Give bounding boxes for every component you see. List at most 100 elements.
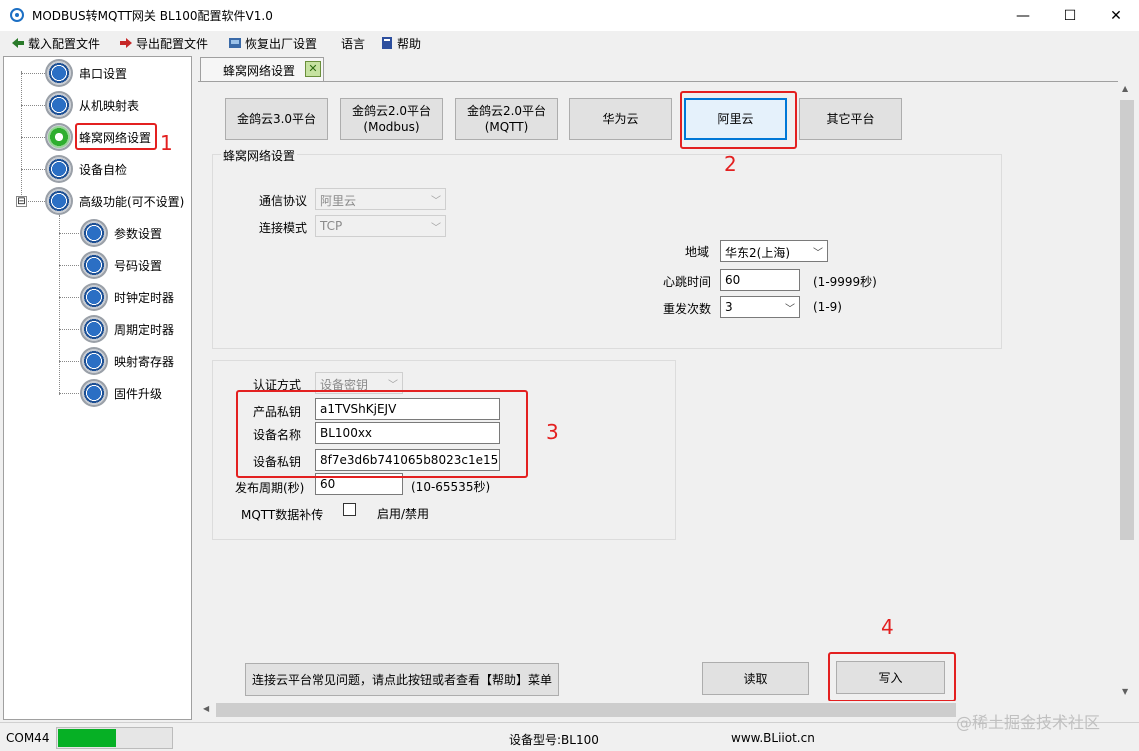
scroll-left-icon[interactable]: ◀ (203, 704, 209, 713)
select-value: 3 (725, 300, 733, 314)
menu-label: 语言 (341, 36, 366, 51)
tree-item-label: 号码设置 (114, 259, 163, 273)
tree-item-label: 固件升级 (114, 387, 163, 401)
gear-active-icon (45, 123, 73, 151)
button-label: 金鸽云3.0平台 (236, 112, 317, 126)
menu-help[interactable]: 帮助 (380, 34, 421, 52)
protocol-select: 阿里云 ﹀ (315, 188, 446, 210)
menu-language[interactable]: 语言 (341, 34, 365, 52)
minimize-button[interactable]: — (1000, 0, 1046, 31)
mode-label: 连接模式 (259, 221, 308, 235)
maximize-button[interactable]: ☐ (1047, 0, 1093, 31)
select-value: 华东2(上海) (725, 246, 790, 260)
scroll-down-icon[interactable]: ▼ (1122, 687, 1128, 696)
vertical-scroll-thumb[interactable] (1120, 100, 1134, 540)
platform-jinge2-mqtt-button[interactable]: 金鸽云2.0平台 (MQTT) (455, 98, 558, 140)
annotation-number-4: 4 (881, 615, 894, 639)
export-icon (120, 38, 132, 48)
gear-icon (80, 283, 108, 311)
annotation-box-2 (680, 91, 797, 149)
content-panel: 金鸽云3.0平台 金鸽云2.0平台 (Modbus) 金鸽云2.0平台 (MQT… (198, 81, 1118, 702)
select-value: TCP (320, 219, 343, 233)
app-icon (10, 8, 24, 22)
button-label: 其它平台 (826, 112, 875, 126)
menu-label: 帮助 (397, 36, 422, 51)
progress-fill (58, 729, 116, 747)
chevron-down-icon: ﹀ (388, 380, 398, 391)
tree-item-label: 参数设置 (114, 227, 163, 241)
resume-checkbox[interactable] (343, 503, 356, 516)
resume-checkbox-label: 启用/禁用 (377, 507, 430, 521)
platform-jinge2-modbus-button[interactable]: 金鸽云2.0平台 (Modbus) (340, 98, 443, 140)
tab-close-icon[interactable]: ✕ (305, 61, 321, 77)
progress-bar (56, 727, 173, 749)
button-label: 金鸽云2.0平台 (466, 104, 547, 118)
gear-icon (80, 347, 108, 375)
menu-bar: 载入配置文件 导出配置文件 恢复出厂设置 语言 帮助 (0, 31, 1139, 55)
button-sublabel: (MQTT) (484, 120, 529, 134)
chevron-down-icon: ﹀ (431, 196, 441, 207)
gear-icon (80, 379, 108, 407)
cellular-settings-group: 蜂窝网络设置 通信协议 阿里云 ﹀ 连接模式 TCP ﹀ 地域 华东2(上海) … (212, 147, 1002, 349)
protocol-label: 通信协议 (259, 194, 308, 208)
tree-item-label: 从机映射表 (79, 99, 140, 113)
select-value: 阿里云 (320, 194, 357, 208)
menu-load-config[interactable]: 载入配置文件 (11, 34, 100, 52)
gear-icon (45, 187, 73, 215)
annotation-number-1: 1 (160, 131, 173, 155)
load-icon (12, 38, 24, 48)
watermark: @稀土掘金技术社区 (956, 713, 1101, 732)
group-title: 蜂窝网络设置 (221, 147, 298, 164)
menu-export-config[interactable]: 导出配置文件 (119, 34, 208, 52)
website: www.BLiiot.cn (731, 731, 815, 745)
platform-huawei-button[interactable]: 华为云 (569, 98, 672, 140)
help-cloud-faq-button[interactable]: 连接云平台常见问题，请点此按钮或者查看【帮助】菜单 (245, 663, 559, 696)
heartbeat-input[interactable]: 60 (720, 269, 800, 291)
gear-icon (80, 219, 108, 247)
chevron-down-icon: ﹀ (813, 248, 823, 259)
gear-icon (80, 315, 108, 343)
com-port: COM44 (6, 731, 50, 745)
heartbeat-range: (1-9999秒) (813, 275, 877, 289)
mode-select: TCP ﹀ (315, 215, 446, 237)
tab-cellular-settings[interactable]: 蜂窝网络设置 ✕ (200, 57, 324, 81)
device-model: 设备型号:BL100 (509, 733, 599, 747)
gear-icon (45, 59, 73, 87)
close-button[interactable]: ✕ (1093, 0, 1139, 31)
retry-label: 重发次数 (663, 302, 712, 316)
region-select[interactable]: 华东2(上海) ﹀ (720, 240, 828, 262)
gear-icon (80, 251, 108, 279)
button-label: 华为云 (602, 112, 639, 126)
horizontal-scroll-thumb[interactable] (216, 703, 956, 717)
window-title: MODBUS转MQTT网关 BL100配置软件V1.0 (32, 9, 273, 23)
title-bar: MODBUS转MQTT网关 BL100配置软件V1.0 — ☐ ✕ (0, 0, 1139, 31)
gear-icon (45, 91, 73, 119)
heartbeat-label: 心跳时间 (663, 275, 712, 289)
tree-item-label: 串口设置 (79, 67, 128, 81)
retry-range: (1-9) (813, 300, 842, 314)
gear-icon (45, 155, 73, 183)
region-label: 地域 (685, 245, 710, 259)
button-label: 读取 (743, 671, 768, 686)
platform-other-button[interactable]: 其它平台 (799, 98, 902, 140)
tree-item-label: 时钟定时器 (114, 291, 175, 305)
publish-label: 发布周期(秒) (235, 481, 305, 495)
chevron-down-icon: ﹀ (431, 223, 441, 234)
tree-item-label: 设备自检 (79, 163, 128, 177)
menu-label: 恢复出厂设置 (245, 36, 318, 51)
button-sublabel: (Modbus) (363, 120, 420, 134)
tree-item-label: 映射寄存器 (114, 355, 175, 369)
scroll-up-icon[interactable]: ▲ (1122, 84, 1128, 93)
read-button[interactable]: 读取 (702, 662, 809, 695)
publish-range: (10-65535秒) (411, 480, 491, 494)
tree-item-label: 周期定时器 (114, 323, 175, 337)
platform-jinge3-button[interactable]: 金鸽云3.0平台 (225, 98, 328, 140)
navigation-tree: ⊟ 串口设置 从机映射表 蜂窝网络设置 设备自检 高级功能(可不设置) 参数设置… (3, 56, 192, 720)
menu-restore-factory[interactable]: 恢复出厂设置 (228, 34, 317, 52)
button-label: 金鸽云2.0平台 (351, 104, 432, 118)
annotation-box-4 (828, 652, 956, 702)
retry-select[interactable]: 3 ﹀ (720, 296, 800, 318)
help-book-icon (382, 37, 392, 49)
tree-collapse-toggle[interactable]: ⊟ (16, 196, 27, 207)
menu-label: 载入配置文件 (28, 36, 101, 51)
